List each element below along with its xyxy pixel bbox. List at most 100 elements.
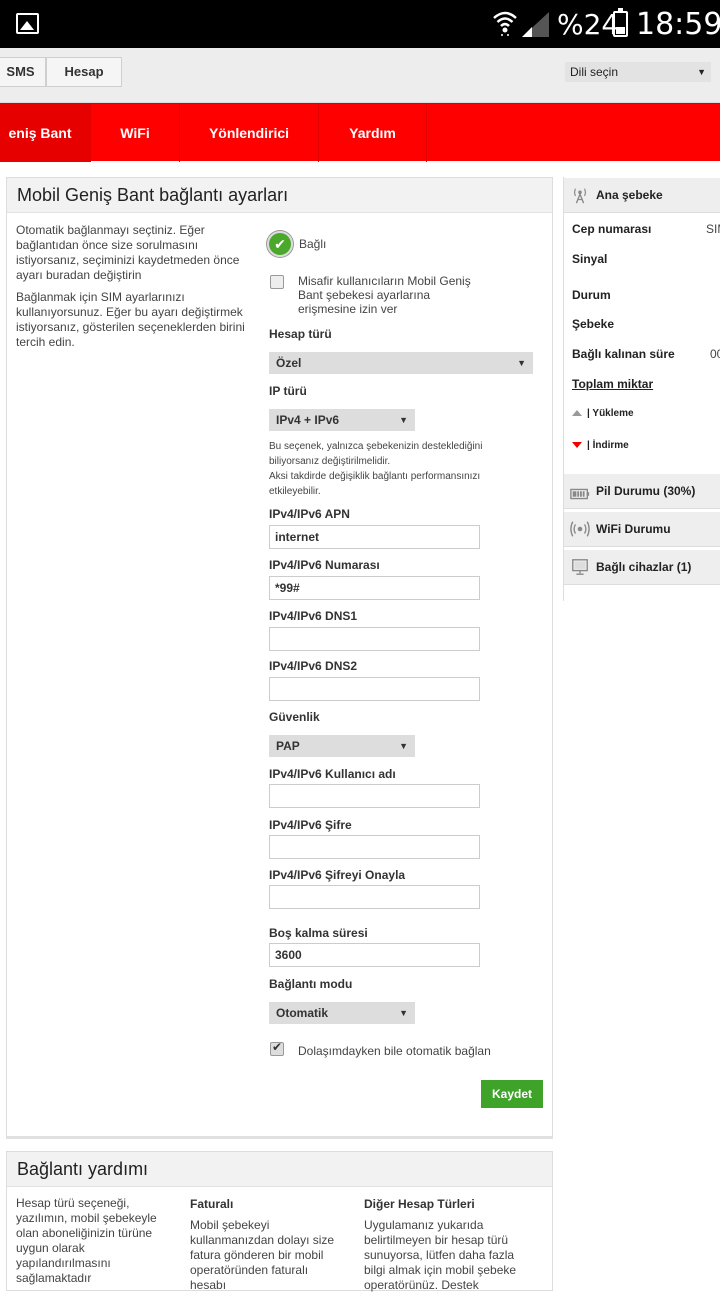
connected-check-icon[interactable]: ✔ (267, 231, 293, 257)
connection-mode-label: Bağlantı modu (269, 977, 353, 991)
battery-status-header[interactable]: Pil Durumu (30%) (564, 474, 720, 509)
help-line: uygun olarak (16, 1241, 85, 1255)
security-label: Güvenlik (269, 710, 320, 724)
chevron-down-icon: ▼ (399, 1008, 408, 1018)
wifi-broadcast-icon (570, 521, 590, 537)
upload-arrow-icon (572, 410, 582, 417)
save-button[interactable]: Kaydet (481, 1080, 543, 1108)
help-column-postpaid: Faturalı Mobil şebekeyi kullanmanızdan d… (190, 1197, 340, 1293)
total-amount-link[interactable]: Toplam miktar (572, 377, 653, 391)
ip-type-select[interactable]: IPv4 + IPv6 ▼ (269, 409, 415, 431)
nav-mobile-broadband[interactable]: eniş Bant (0, 104, 91, 162)
help-line: fatura gönderen bir mobil (190, 1248, 324, 1262)
battery-status-title: Pil Durumu (30%) (596, 484, 696, 498)
help-line: yapılandırılmasını (16, 1256, 111, 1270)
dns1-input[interactable] (269, 627, 480, 651)
desc-line: Otomatik bağlanmayı seçtiniz. Eğer (16, 223, 205, 237)
network-label: Şebeke (572, 317, 615, 331)
apn-label: IPv4/IPv6 APN (269, 507, 350, 521)
wifi-signal-icon (493, 11, 517, 36)
clock: 18:59 (636, 7, 720, 42)
connection-mode-select[interactable]: Otomatik ▼ (269, 1002, 415, 1024)
download-arrow-icon (572, 442, 582, 449)
connected-duration-value: 00 (710, 347, 720, 361)
nav-help[interactable]: Yardım (319, 104, 427, 162)
help-title: Bağlantı yardımı (7, 1152, 552, 1187)
connection-settings-panel: Mobil Geniş Bant bağlantı ayarları Otoma… (6, 177, 553, 1139)
nav-router[interactable]: Yönlendirici (180, 104, 319, 162)
account-type-value: Özel (276, 356, 302, 370)
battery-icon (613, 8, 628, 37)
username-input[interactable] (269, 784, 480, 808)
status-label: Durum (572, 288, 611, 302)
dns2-input[interactable] (269, 677, 480, 701)
note-line: Aksi takdirde değişiklik bağlantı perfor… (269, 471, 481, 482)
guest-access-text: Misafir kullanıcıların Mobil Geniş Bant … (298, 274, 508, 316)
help-line: sağlamaktadır (16, 1271, 92, 1285)
upload-label: Yükleme (592, 408, 634, 419)
help-column-account-type: Hesap türü seçeneği, yazılımın, mobil şe… (16, 1196, 166, 1286)
note-line: biliyorsanız değiştirilmelidir. (269, 456, 391, 467)
note-line: etkileyebilir. (269, 486, 321, 497)
help-column-heading: Diğer Hesap Türleri (364, 1197, 475, 1211)
connection-help-panel: Bağlantı yardımı Hesap türü seçeneği, ya… (6, 1151, 553, 1293)
guest-access-checkbox[interactable] (270, 275, 284, 289)
status-sidebar: Ana şebeke Cep numarası SIM Sinyal Durum… (563, 177, 720, 601)
connection-mode-value: Otomatik (276, 1006, 329, 1020)
security-select[interactable]: PAP ▼ (269, 735, 415, 757)
battery-percent: %24 (557, 8, 620, 41)
tab-hesap[interactable]: Hesap (46, 57, 122, 87)
help-line: kullanmanızdan dolayı size (190, 1233, 335, 1247)
help-line: Mobil şebekeyi (190, 1218, 270, 1232)
help-line: belirtilmeyen bir hesap türü (364, 1233, 509, 1247)
main-nav: eniş Bant WiFi Yönlendirici Yardım (0, 103, 720, 162)
chevron-down-icon: ▼ (517, 358, 526, 368)
apn-input[interactable]: internet (269, 525, 480, 549)
desc-line: bağlantıdan önce size sorulmasını (16, 238, 199, 252)
language-select[interactable]: Dili seçin ▼ (565, 62, 711, 82)
monitor-icon (572, 559, 588, 575)
help-line: Uygulamanız yukarıda (364, 1218, 484, 1232)
security-value: PAP (276, 739, 300, 753)
wifi-status-title: WiFi Durumu (596, 522, 671, 536)
roaming-auto-connect-checkbox[interactable] (270, 1040, 284, 1056)
connected-devices-title: Bağlı cihazlar (1) (596, 560, 692, 574)
help-line: bilgi almak için mobil şebeke (364, 1263, 517, 1277)
guest-text-line: Misafir kullanıcıların Mobil Geniş (298, 274, 471, 288)
guest-text-line: erişmesine izin ver (298, 302, 398, 316)
desc-line: istiyorsanız, gösterilen seçeneklerden b… (16, 320, 245, 334)
phone-number-value: SIM (706, 222, 720, 236)
wifi-status-header[interactable]: WiFi Durumu (564, 512, 720, 547)
desc-line: ayarı buradan değiştirin (16, 268, 142, 282)
main-network-header[interactable]: Ana şebeke (564, 178, 720, 213)
note-line: Bu seçenek, yalnızca şebekenizin destekl… (269, 441, 483, 452)
help-line: operatöründen faturalı (190, 1263, 309, 1277)
account-type-select[interactable]: Özel ▼ (269, 352, 533, 374)
password-confirm-input[interactable] (269, 885, 480, 909)
password-input[interactable] (269, 835, 480, 859)
number-input[interactable]: *99# (269, 576, 480, 600)
upload-row: | Yükleme (572, 408, 634, 419)
idle-time-input[interactable]: 3600 (269, 943, 480, 967)
connected-devices-header[interactable]: Bağlı cihazlar (1) (564, 550, 720, 585)
phone-number-label: Cep numarası (572, 222, 652, 236)
number-label: IPv4/IPv6 Numarası (269, 558, 380, 572)
download-label: İndirme (592, 440, 629, 451)
dns1-label: IPv4/IPv6 DNS1 (269, 609, 358, 623)
tab-sms[interactable]: SMS (0, 57, 46, 87)
ip-type-label: IP türü (269, 384, 307, 398)
username-label: IPv4/IPv6 Kullanıcı adı (269, 767, 396, 781)
main-network-title: Ana şebeke (596, 188, 663, 202)
desc-line: istiyorsanız, seçiminizi kaydetmeden önc… (16, 253, 240, 267)
status-bar: %24 18:59 (0, 0, 720, 48)
help-line: olan aboneliğinizin türüne (16, 1226, 153, 1240)
auto-connect-description: Otomatik bağlanmayı seçtiniz. Eğer bağla… (16, 223, 246, 283)
chevron-down-icon: ▼ (697, 67, 706, 77)
help-line: hesabı (190, 1278, 227, 1292)
cell-signal-icon (522, 12, 549, 37)
gallery-notification-icon (16, 13, 39, 34)
nav-wifi[interactable]: WiFi (91, 104, 180, 162)
roaming-auto-connect-text: Dolaşımdayken bile otomatik bağlan (298, 1044, 491, 1058)
help-line: Hesap türü seçeneği, (16, 1196, 130, 1210)
password-confirm-label: IPv4/IPv6 Şifreyi Onayla (269, 868, 406, 882)
